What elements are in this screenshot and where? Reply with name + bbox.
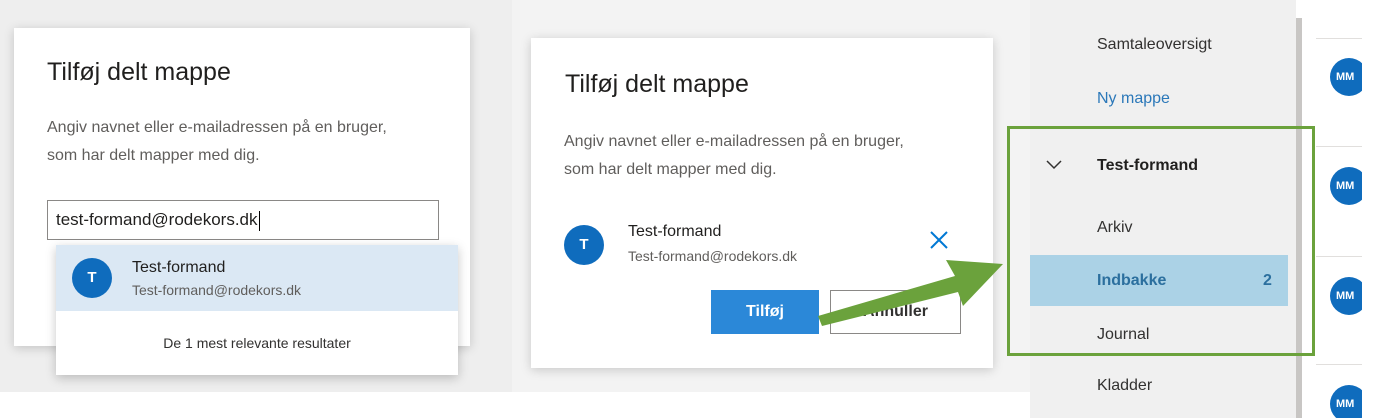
annotation-arrow-icon <box>818 260 1003 326</box>
